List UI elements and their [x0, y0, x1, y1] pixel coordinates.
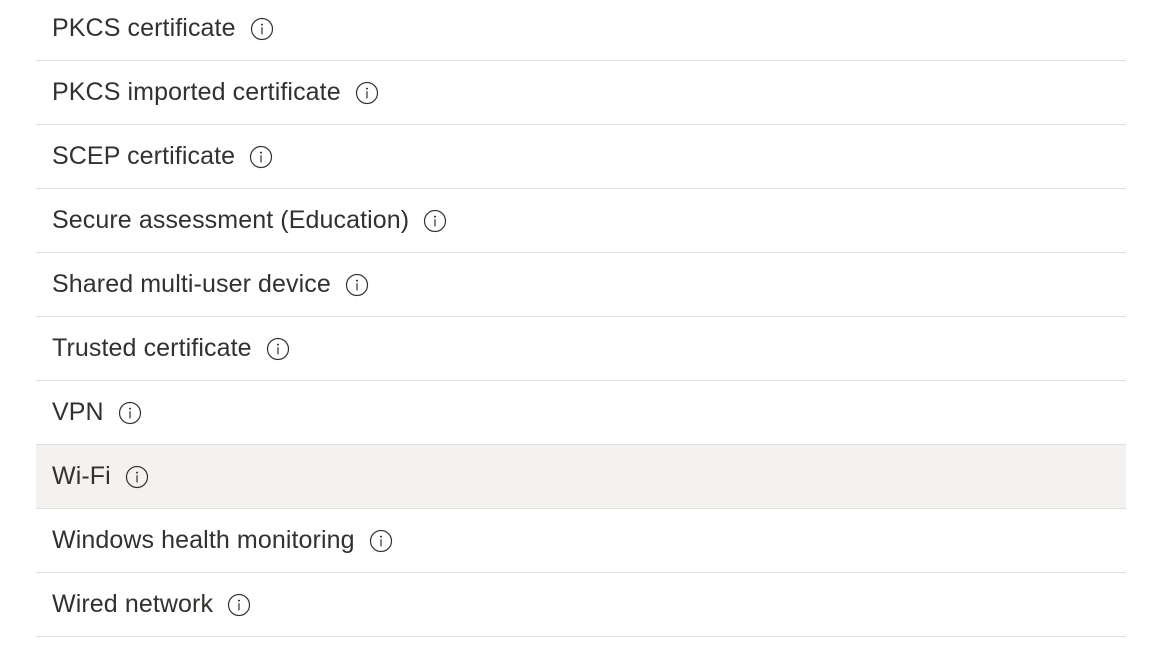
- list-item-label: Shared multi-user device: [52, 270, 331, 298]
- profile-type-list: PKCS certificate PKCS imported certifica…: [36, 0, 1126, 637]
- info-icon[interactable]: [355, 81, 379, 105]
- info-icon[interactable]: [227, 593, 251, 617]
- info-icon[interactable]: [345, 273, 369, 297]
- info-icon[interactable]: [249, 145, 273, 169]
- info-icon[interactable]: [125, 465, 149, 489]
- info-icon[interactable]: [266, 337, 290, 361]
- list-item-label: PKCS certificate: [52, 14, 236, 42]
- info-icon[interactable]: [369, 529, 393, 553]
- list-item-label: Wired network: [52, 590, 214, 618]
- info-icon[interactable]: [250, 17, 274, 41]
- list-item-secure-assessment[interactable]: Secure assessment (Education): [36, 189, 1126, 253]
- list-item-pkcs-certificate[interactable]: PKCS certificate: [36, 0, 1126, 61]
- list-item-scep-certificate[interactable]: SCEP certificate: [36, 125, 1126, 189]
- list-item-label: Trusted certificate: [52, 334, 252, 362]
- list-item-label: Secure assessment (Education): [52, 206, 410, 234]
- list-item-label: SCEP certificate: [52, 142, 236, 170]
- list-item-label: PKCS imported certificate: [52, 78, 341, 106]
- list-item-wired-network[interactable]: Wired network: [36, 573, 1126, 637]
- list-item-windows-health-monitoring[interactable]: Windows health monitoring: [36, 509, 1126, 573]
- list-item-vpn[interactable]: VPN: [36, 381, 1126, 445]
- list-item-label: VPN: [52, 398, 104, 426]
- list-item-label: Wi-Fi: [52, 462, 111, 490]
- list-item-trusted-certificate[interactable]: Trusted certificate: [36, 317, 1126, 381]
- list-item-shared-multi-user-device[interactable]: Shared multi-user device: [36, 253, 1126, 317]
- list-item-pkcs-imported-certificate[interactable]: PKCS imported certificate: [36, 61, 1126, 125]
- info-icon[interactable]: [423, 209, 447, 233]
- list-item-label: Windows health monitoring: [52, 526, 355, 554]
- list-item-wi-fi[interactable]: Wi-Fi: [36, 445, 1126, 509]
- info-icon[interactable]: [118, 401, 142, 425]
